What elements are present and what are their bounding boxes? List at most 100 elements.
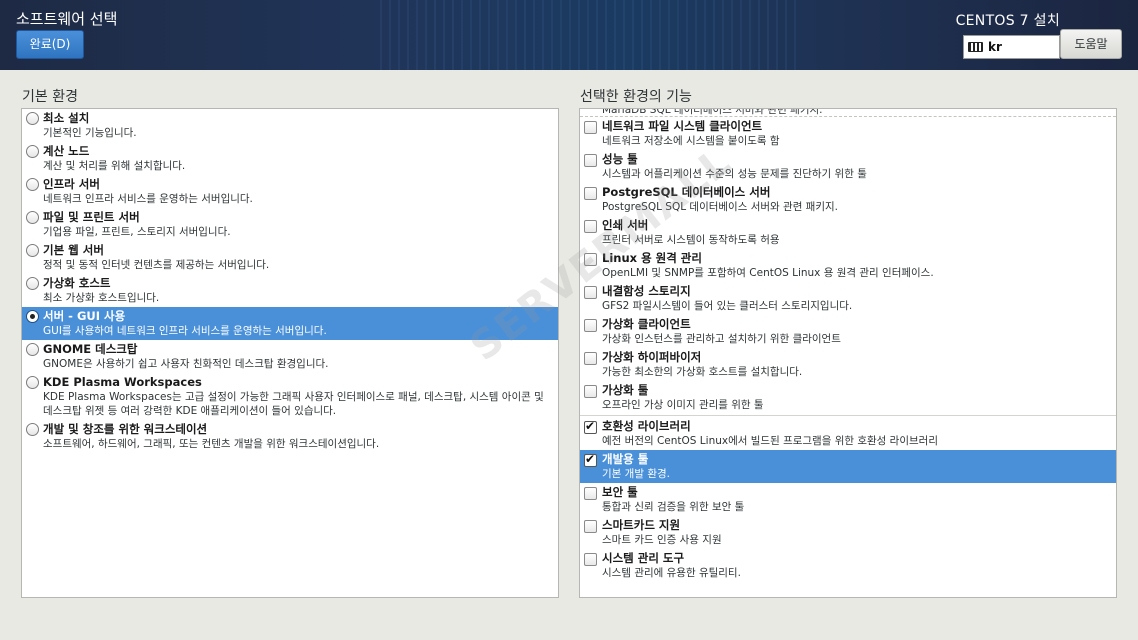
radio-button[interactable] xyxy=(26,145,39,158)
help-button[interactable]: 도움말 xyxy=(1060,29,1122,59)
checkbox[interactable] xyxy=(584,286,597,299)
radio-button[interactable] xyxy=(26,343,39,356)
radio-button[interactable] xyxy=(26,211,39,224)
addons-list: MariaDB SQL 데이터베이스 서버와 관련 패키지. 네트워크 파일 시… xyxy=(579,108,1117,598)
keyboard-icon xyxy=(968,42,983,52)
addon-title: 가상화 클라이언트 xyxy=(602,317,691,331)
radio-button[interactable] xyxy=(26,277,39,290)
radio-button[interactable] xyxy=(26,423,39,436)
addon-title: 가상화 툴 xyxy=(602,383,649,397)
addon-description: 가능한 최소한의 가상화 호스트를 설치합니다. xyxy=(602,366,803,378)
addon-item[interactable]: 가상화 하이퍼바이저 가능한 최소한의 가상화 호스트를 설치합니다. xyxy=(580,348,1116,381)
addon-description: 스마트 카드 인증 사용 지원 xyxy=(602,534,722,546)
radio-button[interactable] xyxy=(26,310,39,323)
addon-item[interactable]: PostgreSQL 데이터베이스 서버 PostgreSQL SQL 데이터베이… xyxy=(580,183,1116,216)
addon-title: 보안 툴 xyxy=(602,485,638,499)
environment-item[interactable]: 인프라 서버네트워크 인프라 서비스를 운영하는 서버입니다. xyxy=(22,175,558,208)
environment-title: 가상화 호스트 xyxy=(43,276,111,290)
header-bar: 소프트웨어 선택 완료(D) CENTOS 7 설치 kr 도움말 xyxy=(0,0,1138,70)
addon-item[interactable]: 네트워크 파일 시스템 클라이언트네트워크 저장소에 시스템을 붙이도록 함 xyxy=(580,117,1116,150)
checkbox[interactable] xyxy=(584,520,597,533)
environment-description: GUI를 사용하여 네트워크 인프라 서비스를 운영하는 서버입니다. xyxy=(43,325,327,337)
environment-item[interactable]: 최소 설치기본적인 기능입니다. xyxy=(22,109,558,142)
radio-button[interactable] xyxy=(26,178,39,191)
environment-title: 인프라 서버 xyxy=(43,177,100,191)
environment-description: 기본적인 기능입니다. xyxy=(43,127,137,139)
addon-title: 네트워크 파일 시스템 클라이언트 xyxy=(602,119,763,133)
checkbox[interactable] xyxy=(584,187,597,200)
addon-description: 가상화 인스턴스를 관리하고 설치하기 위한 클라이언트 xyxy=(602,333,841,345)
radio-button[interactable] xyxy=(26,244,39,257)
addons-label: 선택한 환경의 기능 xyxy=(580,89,692,105)
addon-description: 시스템 관리에 유용한 유틸리티. xyxy=(602,567,741,579)
addon-description: 프린터 서버로 시스템이 동작하도록 허용 xyxy=(602,234,780,246)
checkbox[interactable] xyxy=(584,385,597,398)
addon-description: 기본 개발 환경. xyxy=(602,468,670,480)
base-environment-list: 최소 설치 기본적인 기능입니다. 계산 노드 계산 및 처리를 위해 설치합니다. 인… xyxy=(21,108,559,598)
addon-title: 스마트카드 지원 xyxy=(602,518,681,532)
base-environment-label: 기본 환경 xyxy=(22,89,78,105)
checkbox[interactable] xyxy=(584,121,597,134)
addon-item[interactable]: 내결함성 스토리지 GFS2 파일시스템이 들어 있는 클러스터 스토리지입니다. xyxy=(580,282,1116,315)
addon-group-separator xyxy=(580,415,1116,416)
environment-title: 최소 설치 xyxy=(43,111,90,125)
environment-description: 기업용 파일, 프린트, 스토리지 서버입니다. xyxy=(43,226,231,238)
done-button[interactable]: 완료(D) xyxy=(16,30,84,59)
environment-item[interactable]: 계산 노드 계산 및 처리를 위해 설치합니다. xyxy=(22,142,558,175)
environment-item[interactable]: 개발 및 창조를 위한 워크스테이션소프트웨어, 하드웨어, 그래픽, 또는 컨… xyxy=(22,420,558,453)
environment-item[interactable]: GNOME 데스크탑 GNOME은 사용하기 쉽고 사용자 친화적인 데스크탑 환… xyxy=(22,340,558,373)
radio-button[interactable] xyxy=(26,112,39,125)
radio-button[interactable] xyxy=(26,376,39,389)
addon-description: 오프라인 가상 이미지 관리를 위한 툴 xyxy=(602,399,764,411)
keyboard-layout-label: kr xyxy=(988,40,1002,54)
environment-description: KDE Plasma Workspaces는 고급 설정이 가능한 그래픽 사용… xyxy=(43,391,544,417)
checkbox[interactable] xyxy=(584,253,597,266)
environment-title: 서버 - GUI 사용 xyxy=(43,309,126,323)
addon-item[interactable]: 스마트카드 지원스마트 카드 인증 사용 지원 xyxy=(580,516,1116,549)
addon-item[interactable]: 인쇄 서버프린터 서버로 시스템이 동작하도록 허용 xyxy=(580,216,1116,249)
environment-title: 파일 및 프린트 서버 xyxy=(43,210,140,224)
addon-title: 내결함성 스토리지 xyxy=(602,284,691,298)
header-background-pattern xyxy=(380,0,800,70)
keyboard-layout-indicator[interactable]: kr xyxy=(963,35,1060,59)
environment-title: 개발 및 창조를 위한 워크스테이션 xyxy=(43,422,208,436)
addon-item[interactable]: 성능 툴 시스템과 어플리케이션 수준의 성능 문제를 진단하기 위한 툴 xyxy=(580,150,1116,183)
addon-description: 통합과 신뢰 검증을 위한 보안 툴 xyxy=(602,501,745,513)
checkbox[interactable] xyxy=(584,487,597,500)
environment-title: KDE Plasma Workspaces xyxy=(43,375,202,389)
environment-description: 정적 및 동적 인터넷 컨텐츠를 제공하는 서버입니다. xyxy=(43,259,270,271)
environment-description: 최소 가상화 호스트입니다. xyxy=(43,292,160,304)
addon-item[interactable]: 보안 툴통합과 신뢰 검증을 위한 보안 툴 xyxy=(580,483,1116,516)
addon-item[interactable]: 시스템 관리 도구시스템 관리에 유용한 유틸리티. xyxy=(580,549,1116,582)
addon-item[interactable]: 개발용 툴기본 개발 환경. xyxy=(580,450,1116,483)
checkbox[interactable] xyxy=(584,419,597,434)
environment-item[interactable]: 가상화 호스트최소 가상화 호스트입니다. xyxy=(22,274,558,307)
addon-description: 시스템과 어플리케이션 수준의 성능 문제를 진단하기 위한 툴 xyxy=(602,168,867,180)
checkbox[interactable] xyxy=(584,452,597,467)
checkbox[interactable] xyxy=(584,352,597,365)
checkbox[interactable] xyxy=(584,220,597,233)
addon-item[interactable]: Linux 용 원격 관리 OpenLMI 및 SNMP를 포함하여 CentOS… xyxy=(580,249,1116,282)
addon-item[interactable]: 호환성 라이브러리예전 버전의 CentOS Linux에서 빌드된 프로그램을… xyxy=(580,417,1116,450)
environment-title: 기본 웹 서버 xyxy=(43,243,104,257)
addon-item[interactable]: 가상화 툴오프라인 가상 이미지 관리를 위한 툴 xyxy=(580,381,1116,414)
checkbox[interactable] xyxy=(584,553,597,566)
environment-description: 소프트웨어, 하드웨어, 그래픽, 또는 컨텐츠 개발을 위한 워크스테이션입니… xyxy=(43,438,380,450)
environment-item[interactable]: KDE Plasma Workspaces KDE Plasma Workspac… xyxy=(22,373,558,420)
environment-item[interactable]: 파일 및 프린트 서버기업용 파일, 프린트, 스토리지 서버입니다. xyxy=(22,208,558,241)
product-title: CENTOS 7 설치 xyxy=(955,13,1060,29)
checkbox[interactable] xyxy=(584,154,597,167)
environment-description: 계산 및 처리를 위해 설치합니다. xyxy=(43,160,186,172)
addon-item[interactable]: 가상화 클라이언트가상화 인스턴스를 관리하고 설치하기 위한 클라이언트 xyxy=(580,315,1116,348)
addon-description: 네트워크 저장소에 시스템을 붙이도록 함 xyxy=(602,135,780,147)
checkbox[interactable] xyxy=(584,319,597,332)
addon-description: 예전 버전의 CentOS Linux에서 빌드된 프로그램을 위한 호환성 라… xyxy=(602,435,938,447)
addon-title: 인쇄 서버 xyxy=(602,218,649,232)
addon-title: 시스템 관리 도구 xyxy=(602,551,685,565)
environment-description: 네트워크 인프라 서비스를 운영하는 서버입니다. xyxy=(43,193,253,205)
addon-description: GFS2 파일시스템이 들어 있는 클러스터 스토리지입니다. xyxy=(602,300,853,312)
addon-description: OpenLMI 및 SNMP를 포함하여 CentOS Linux 용 원격 관… xyxy=(602,267,934,279)
environment-item[interactable]: 기본 웹 서버정적 및 동적 인터넷 컨텐츠를 제공하는 서버입니다. xyxy=(22,241,558,274)
environment-item[interactable]: 서버 - GUI 사용 GUI를 사용하여 네트워크 인프라 서비스를 운영하는 … xyxy=(22,307,558,340)
page-title: 소프트웨어 선택 xyxy=(16,10,118,28)
